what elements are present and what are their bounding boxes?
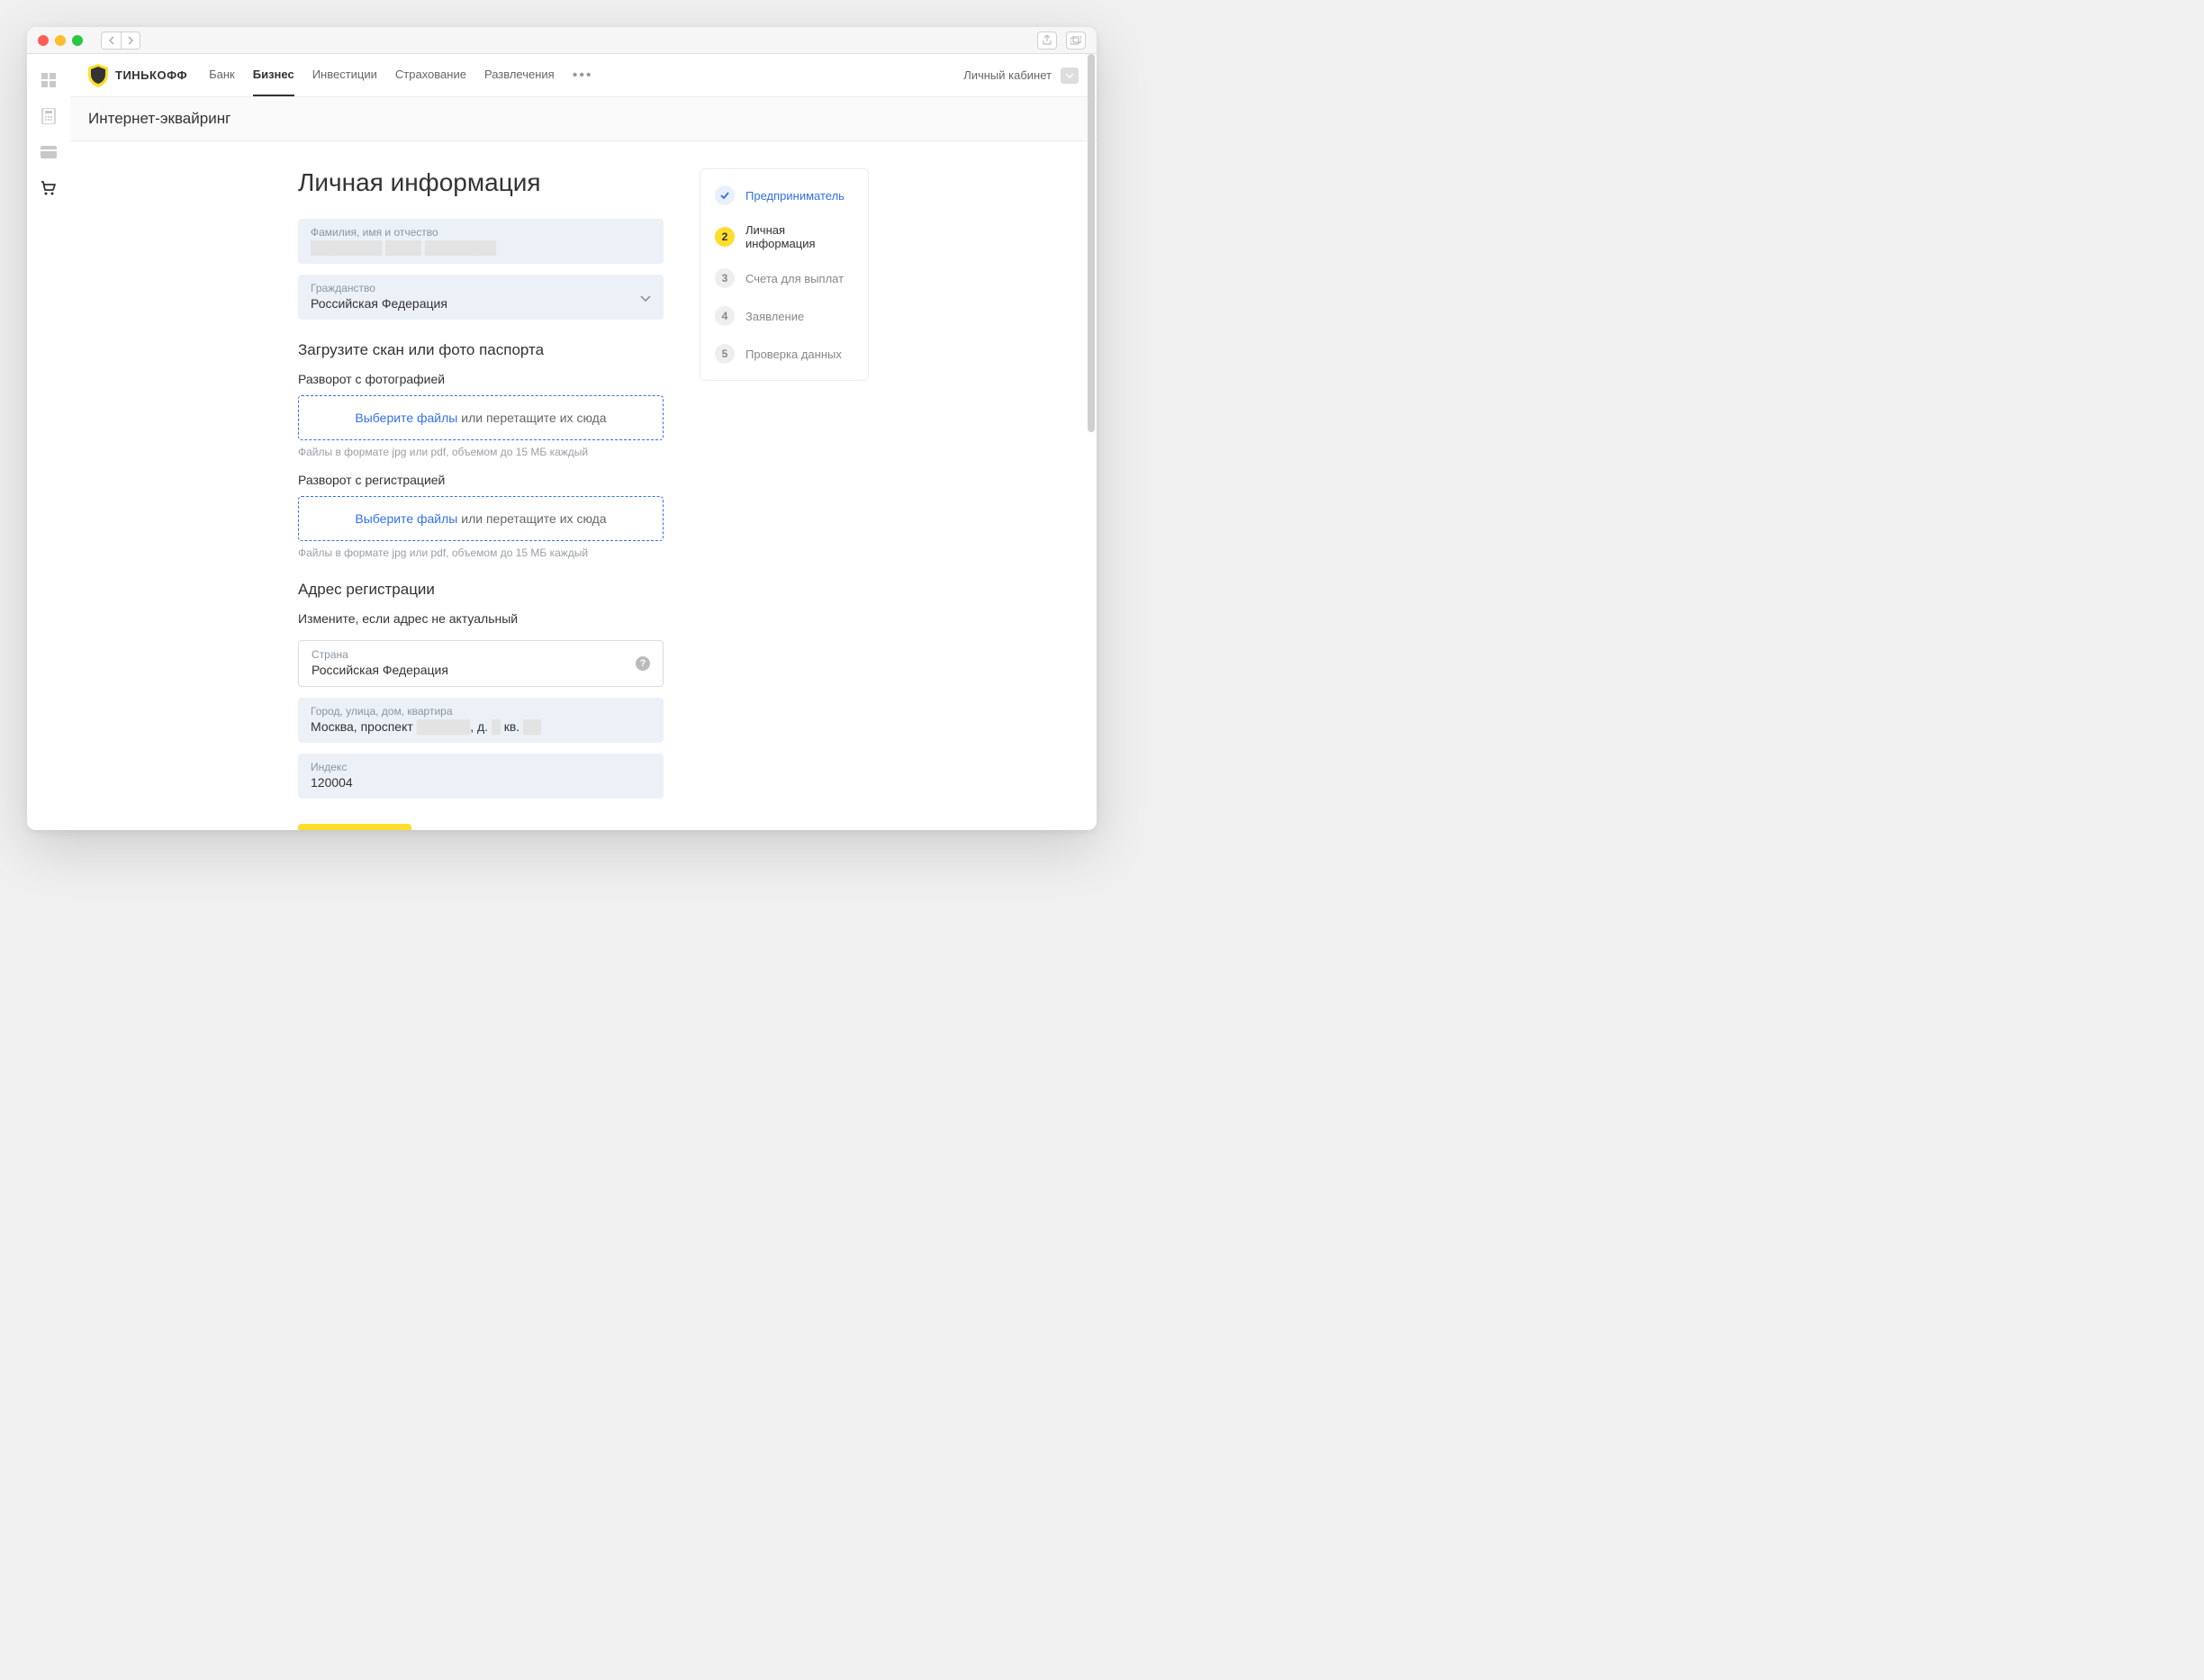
reg-hint: Файлы в формате jpg или pdf, объемом до … bbox=[298, 546, 664, 559]
step-label: Личная информация bbox=[745, 223, 854, 250]
maximize-window-icon[interactable] bbox=[72, 35, 83, 46]
cabinet-link[interactable]: Личный кабинет bbox=[963, 68, 1052, 82]
country-label: Страна bbox=[312, 648, 650, 661]
scrollbar[interactable] bbox=[1088, 54, 1095, 830]
window-controls bbox=[38, 35, 83, 46]
street-value: Москва, проспект ██████, д. █ кв. ██ bbox=[311, 719, 651, 734]
logo-text: ТИНЬКОФФ bbox=[115, 68, 187, 82]
page-subheader: Интернет-эквайринг bbox=[70, 97, 1097, 141]
minimize-window-icon[interactable] bbox=[55, 35, 66, 46]
top-menu: Банк Бизнес Инвестиции Страхование Развл… bbox=[209, 54, 592, 96]
citizenship-label: Гражданство bbox=[311, 282, 651, 294]
choose-files-link[interactable]: Выберите файлы bbox=[355, 511, 457, 526]
step-number: 3 bbox=[715, 268, 735, 288]
forward-button[interactable] bbox=[121, 32, 140, 50]
drag-text: или перетащите их сюда bbox=[457, 511, 606, 526]
logo-shield-icon bbox=[88, 64, 108, 87]
step-label: Предприниматель bbox=[745, 189, 845, 203]
step-number: 5 bbox=[715, 344, 735, 364]
form-column: Личная информация Фамилия, имя и отчеств… bbox=[298, 168, 664, 830]
choose-files-link[interactable]: Выберите файлы bbox=[355, 411, 457, 425]
photo-spread-label: Разворот с фотографией bbox=[298, 372, 664, 386]
country-value: Российская Федерация bbox=[312, 663, 650, 677]
fio-label: Фамилия, имя и отчество bbox=[311, 226, 651, 239]
chevron-down-icon[interactable] bbox=[1061, 68, 1079, 84]
street-label: Город, улица, дом, квартира bbox=[311, 705, 651, 718]
citizenship-field[interactable]: Гражданство Российская Федерация bbox=[298, 275, 664, 320]
step-label: Проверка данных bbox=[745, 348, 842, 361]
scrollbar-thumb[interactable] bbox=[1088, 54, 1095, 432]
fio-field[interactable]: Фамилия, имя и отчество ████████ ████ ██… bbox=[298, 219, 664, 264]
photo-dropzone[interactable]: Выберите файлы или перетащите их сюда bbox=[298, 395, 664, 440]
step-label: Счета для выплат bbox=[745, 272, 844, 285]
step-5[interactable]: 5 Проверка данных bbox=[715, 344, 854, 364]
step-1[interactable]: Предприниматель bbox=[715, 185, 854, 205]
steps-card: Предприниматель 2 Личная информация 3 Сч… bbox=[700, 168, 869, 381]
left-rail bbox=[27, 54, 70, 830]
back-button[interactable] bbox=[101, 32, 121, 50]
rail-calculator-icon[interactable] bbox=[41, 108, 57, 124]
passport-section-title: Загрузите скан или фото паспорта bbox=[298, 341, 664, 359]
step-3[interactable]: 3 Счета для выплат bbox=[715, 268, 854, 288]
address-section-title: Адрес регистрации bbox=[298, 581, 664, 599]
reg-spread-label: Разворот с регистрацией bbox=[298, 473, 664, 487]
menu-insurance[interactable]: Страхование bbox=[395, 54, 466, 96]
drag-text: или перетащите их сюда bbox=[457, 411, 606, 425]
index-value: 120004 bbox=[311, 775, 651, 790]
titlebar bbox=[27, 27, 1097, 54]
fio-value: ████████ ████ ████████ bbox=[311, 240, 651, 255]
menu-business[interactable]: Бизнес bbox=[253, 54, 294, 96]
reg-dropzone[interactable]: Выберите файлы или перетащите их сюда bbox=[298, 496, 664, 541]
step-2[interactable]: 2 Личная информация bbox=[715, 223, 854, 250]
step-label: Заявление bbox=[745, 310, 804, 323]
menu-bank[interactable]: Банк bbox=[209, 54, 235, 96]
rail-card-icon[interactable] bbox=[41, 144, 57, 160]
index-label: Индекс bbox=[311, 761, 651, 773]
rail-dashboard-icon[interactable] bbox=[41, 72, 57, 88]
check-icon bbox=[715, 185, 735, 205]
share-button[interactable] bbox=[1037, 32, 1057, 50]
step-number: 4 bbox=[715, 306, 735, 326]
menu-more-icon[interactable]: ••• bbox=[573, 68, 593, 84]
logo[interactable]: ТИНЬКОФФ bbox=[88, 64, 187, 87]
rail-cart-icon[interactable] bbox=[41, 180, 57, 196]
step-number: 2 bbox=[715, 227, 735, 247]
help-icon[interactable]: ? bbox=[636, 656, 650, 671]
citizenship-value: Российская Федерация bbox=[311, 296, 651, 311]
close-window-icon[interactable] bbox=[38, 35, 49, 46]
country-field[interactable]: Страна Российская Федерация ? bbox=[298, 640, 664, 687]
save-button[interactable]: Сохранить bbox=[298, 824, 411, 830]
menu-entertainment[interactable]: Развлечения bbox=[484, 54, 555, 96]
tabs-button[interactable] bbox=[1066, 32, 1086, 50]
street-field[interactable]: Город, улица, дом, квартира Москва, прос… bbox=[298, 698, 664, 743]
browser-window: ТИНЬКОФФ Банк Бизнес Инвестиции Страхова… bbox=[27, 27, 1097, 830]
chevron-down-icon bbox=[640, 290, 651, 304]
top-header: ТИНЬКОФФ Банк Бизнес Инвестиции Страхова… bbox=[70, 54, 1097, 97]
step-4[interactable]: 4 Заявление bbox=[715, 306, 854, 326]
menu-investments[interactable]: Инвестиции bbox=[312, 54, 377, 96]
index-field[interactable]: Индекс 120004 bbox=[298, 754, 664, 799]
page-title: Личная информация bbox=[298, 168, 664, 197]
photo-hint: Файлы в формате jpg или pdf, объемом до … bbox=[298, 446, 664, 458]
address-subtitle: Измените, если адрес не актуальный bbox=[298, 611, 664, 626]
